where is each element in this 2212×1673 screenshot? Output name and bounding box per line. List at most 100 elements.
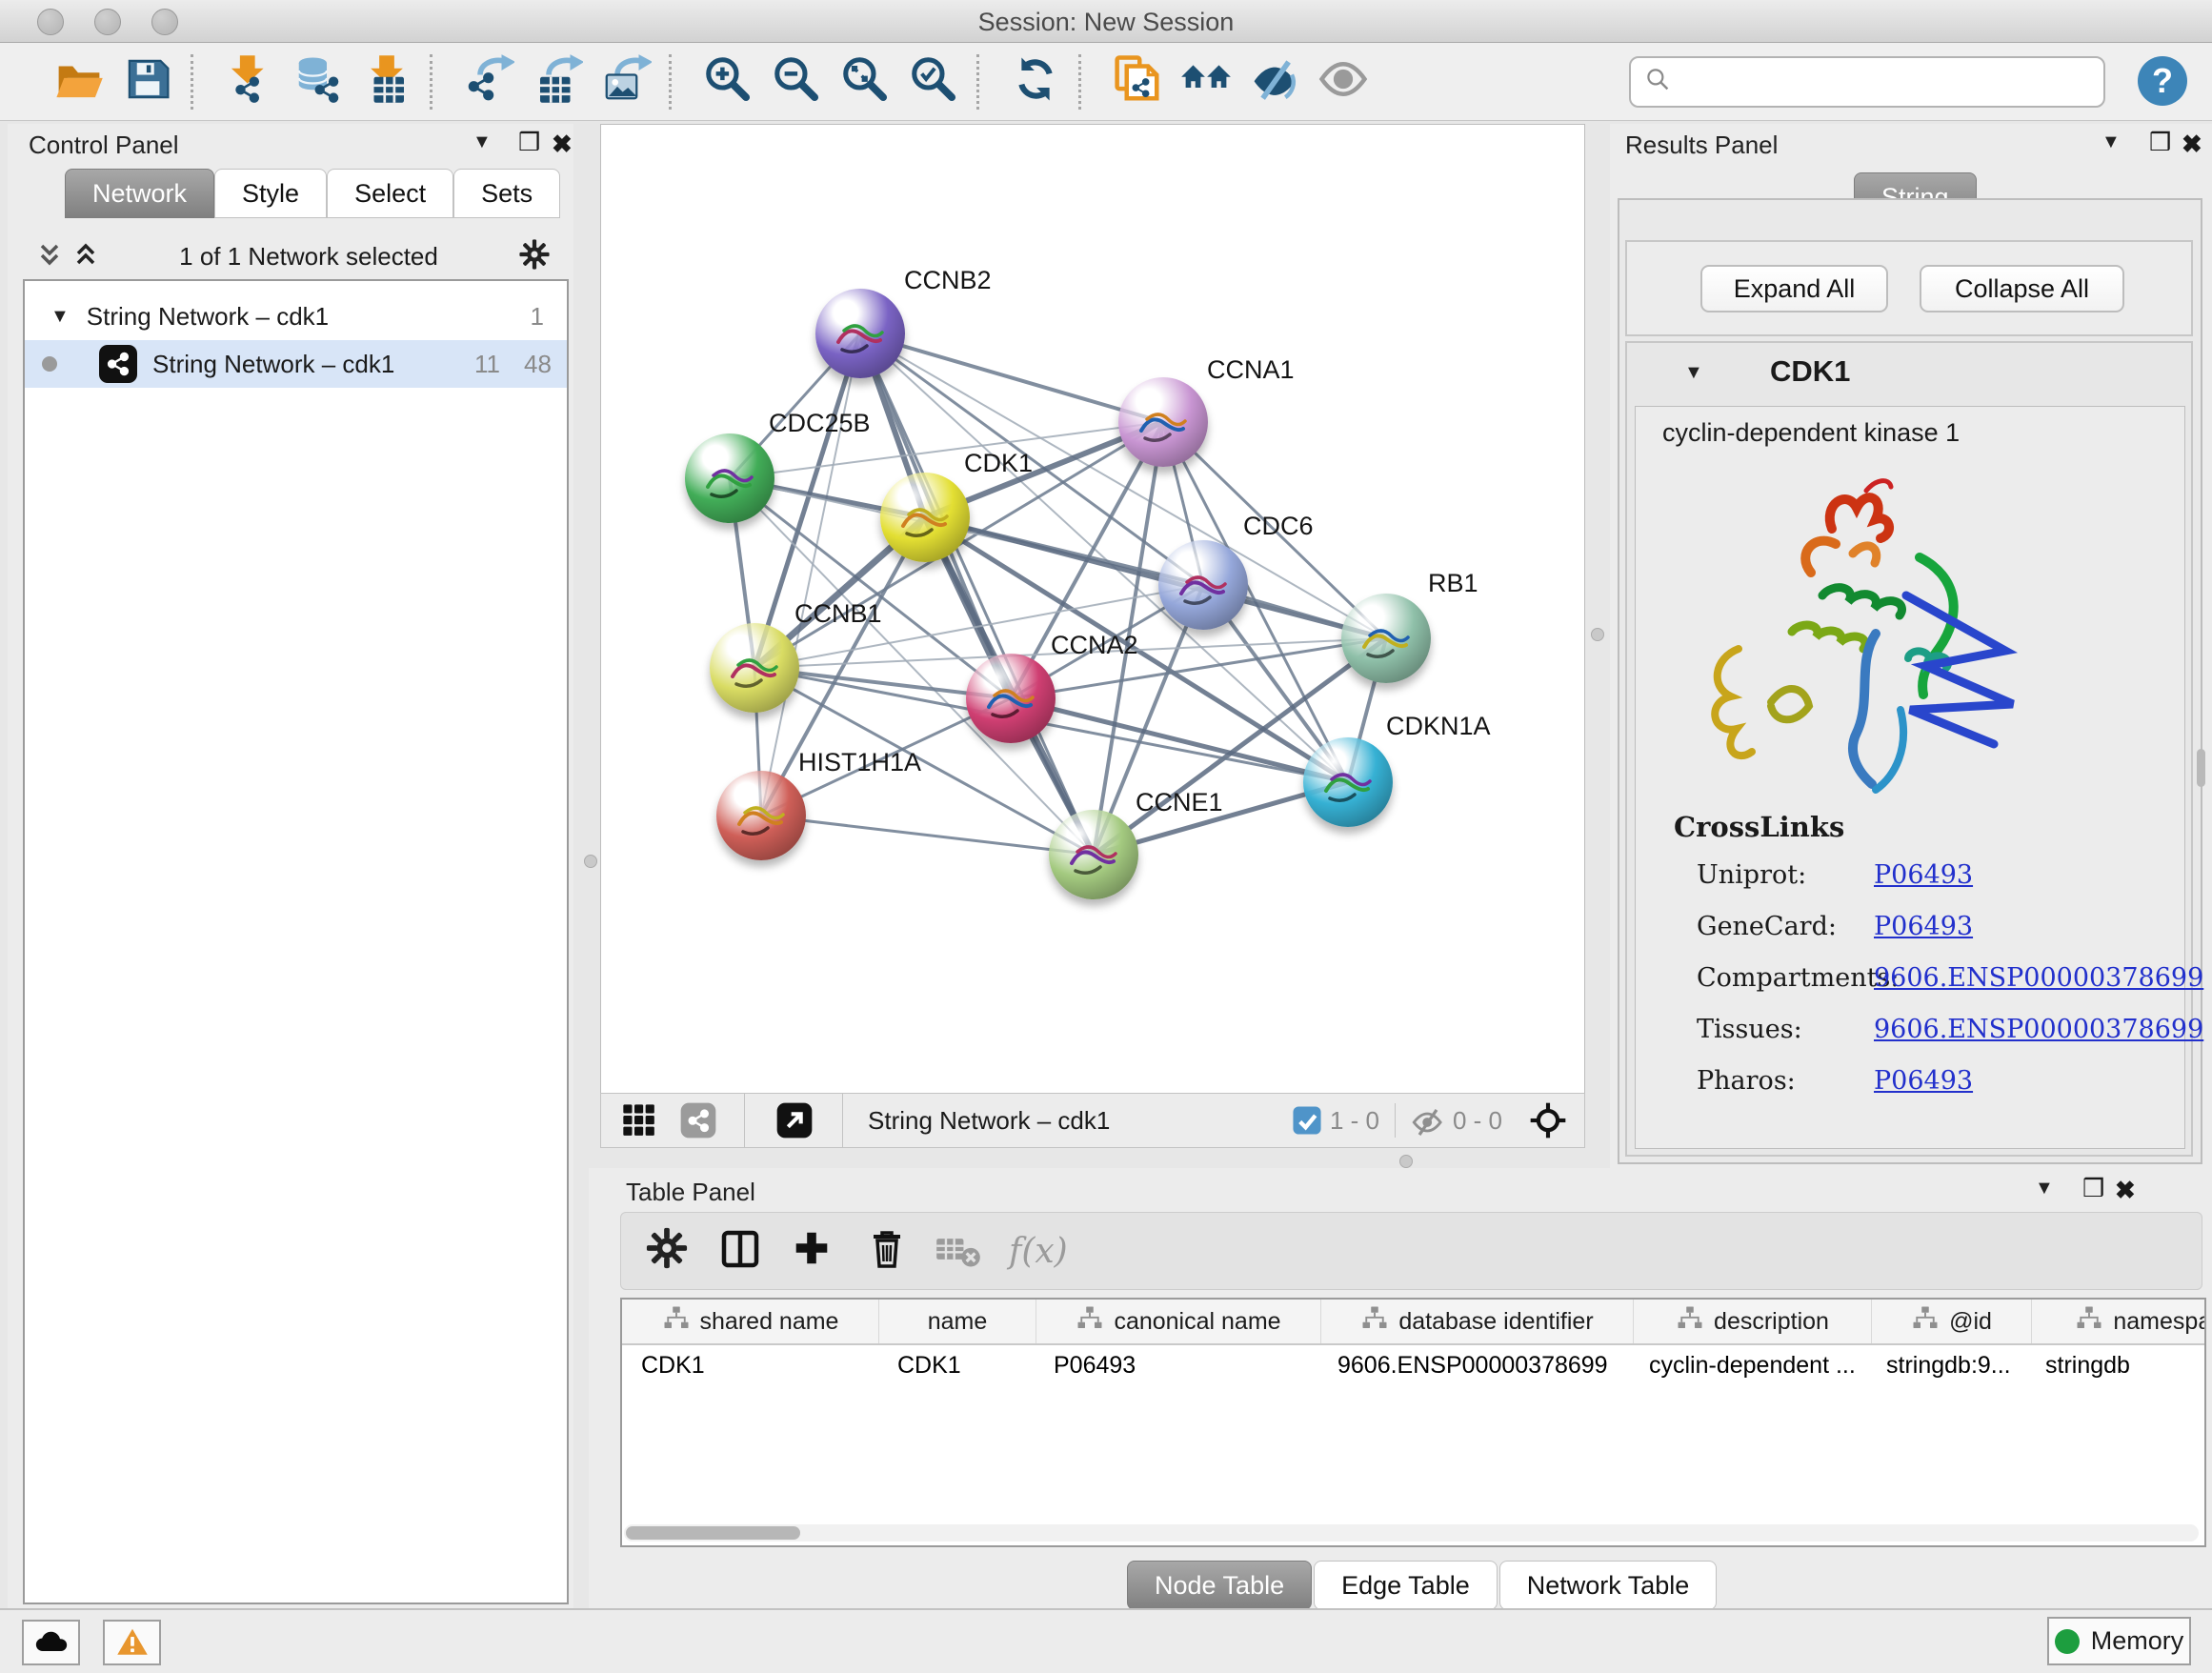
crosslink-link[interactable]: 9606.ENSP00000378699 [1874, 963, 2203, 993]
table-row[interactable]: CDK1CDK1P064939606.ENSP00000378699cyclin… [622, 1345, 2204, 1385]
column-header-name[interactable]: name [879, 1300, 1036, 1343]
zoom-out-button[interactable] [769, 54, 824, 110]
birdseye-view-icon[interactable] [620, 1101, 658, 1139]
table-cell[interactable]: CDK1 [622, 1352, 878, 1380]
column-header-namespace[interactable]: namespace [2032, 1300, 2206, 1343]
collapse-all-icon[interactable] [36, 240, 63, 273]
refresh-network-button[interactable] [1008, 54, 1063, 110]
warning-button[interactable] [103, 1620, 161, 1665]
control-panel-close-icon[interactable]: ✖ [552, 130, 573, 159]
network-collection-row[interactable]: ▼ String Network – cdk1 1 [25, 292, 567, 340]
selected-checkbox-icon[interactable] [1292, 1105, 1322, 1136]
results-panel-float-icon[interactable]: ❒ [2149, 128, 2171, 157]
tab-network-table[interactable]: Network Table [1499, 1561, 1718, 1610]
table-panel-menu-icon[interactable]: ▼ [2035, 1178, 2054, 1199]
bottom-splitter-handle[interactable] [1399, 1155, 1413, 1168]
table-cell[interactable]: stringdb:9... [1867, 1352, 2026, 1380]
table-cell[interactable]: CDK1 [878, 1352, 1035, 1380]
network-row[interactable]: String Network – cdk1 11 48 [25, 340, 567, 388]
table-panel-close-icon[interactable]: ✖ [2115, 1176, 2136, 1205]
column-header-shared-name[interactable]: shared name [622, 1300, 879, 1343]
column-header-canonical-name[interactable]: canonical name [1036, 1300, 1321, 1343]
cloud-button[interactable] [22, 1620, 80, 1665]
table-panel: Table Panel ▼ ❒ ✖ f(x) shared namenameca… [589, 1168, 2212, 1608]
zoom-in-button[interactable] [700, 54, 755, 110]
tab-style[interactable]: Style [214, 169, 327, 218]
tab-network[interactable]: Network [65, 169, 214, 218]
network-canvas[interactable]: CCNB2 CCNA1 CDC25B CDK1 CDC6 RB1 [600, 124, 1585, 1095]
help-button[interactable]: ? [2138, 56, 2187, 106]
search-input[interactable] [1680, 68, 2103, 96]
toolbar-separator [1395, 1103, 1396, 1138]
network-node-RB1[interactable] [1341, 594, 1431, 683]
column-header--id[interactable]: @id [1872, 1300, 2032, 1343]
hidden-eye-icon[interactable] [1409, 1105, 1447, 1136]
export-network-button[interactable] [461, 54, 516, 110]
zoom-fit-button[interactable] [837, 54, 893, 110]
export-table-button[interactable] [530, 54, 585, 110]
first-neighbors-button[interactable] [1178, 54, 1234, 110]
network-node-CCNB2[interactable] [815, 289, 905, 378]
network-node-CDKN1A[interactable] [1303, 737, 1393, 827]
results-panel-close-icon[interactable]: ✖ [2182, 130, 2202, 159]
hide-selected-button[interactable] [1247, 54, 1302, 110]
collection-expander-icon[interactable]: ▼ [50, 306, 70, 328]
create-column-icon[interactable] [790, 1226, 839, 1276]
network-node-CDC6[interactable] [1158, 540, 1248, 630]
table-hscrollbar-thumb[interactable] [626, 1526, 800, 1540]
import-network-from-database-button[interactable] [291, 54, 346, 110]
open-in-new-window-icon[interactable] [775, 1101, 814, 1139]
export-image-button[interactable] [598, 54, 654, 110]
expand-all-icon[interactable] [72, 240, 99, 273]
open-session-button[interactable] [51, 54, 107, 110]
table-panel-float-icon[interactable]: ❒ [2082, 1174, 2104, 1203]
table-cell[interactable]: P06493 [1035, 1352, 1318, 1380]
gene-expander-icon[interactable]: ▼ [1684, 362, 1703, 384]
crosslink-link[interactable]: P06493 [1874, 912, 1973, 941]
save-session-button[interactable] [120, 54, 175, 110]
network-node-CCNA2[interactable] [966, 654, 1056, 743]
delete-column-icon[interactable] [864, 1226, 914, 1276]
show-all-button[interactable] [1316, 54, 1371, 110]
column-header-database-identifier[interactable]: database identifier [1321, 1300, 1634, 1343]
left-splitter-handle[interactable] [584, 855, 597, 868]
eye-gray-icon [1317, 53, 1369, 110]
table-cell[interactable]: 9606.ENSP00000378699 [1318, 1352, 1630, 1380]
results-panel-menu-icon[interactable]: ▼ [2101, 131, 2121, 153]
table-options-gear-icon[interactable] [645, 1226, 694, 1276]
crosslink-link[interactable]: 9606.ENSP00000378699 [1874, 1015, 2203, 1044]
network-node-HIST1H1A[interactable] [716, 771, 806, 860]
tab-node-table[interactable]: Node Table [1127, 1561, 1312, 1610]
zoom-selected-button[interactable] [906, 54, 961, 110]
control-panel-float-icon[interactable]: ❒ [518, 128, 540, 157]
import-network-from-file-button[interactable] [222, 54, 277, 110]
show-columns-icon[interactable] [717, 1226, 767, 1276]
tab-edge-table[interactable]: Edge Table [1314, 1561, 1498, 1610]
network-node-CCNA1[interactable] [1118, 377, 1208, 467]
network-options-gear-icon[interactable] [518, 238, 551, 275]
collapse-all-button[interactable]: Collapse All [1920, 265, 2124, 312]
crosslink-link[interactable]: P06493 [1874, 1066, 1973, 1096]
network-node-CDC25B[interactable] [685, 433, 774, 523]
column-header-description[interactable]: description [1634, 1300, 1872, 1343]
tab-select[interactable]: Select [327, 169, 453, 218]
network-node-CCNB1[interactable] [710, 623, 799, 713]
right-splitter-handle[interactable] [1591, 628, 1604, 641]
expand-all-button[interactable]: Expand All [1700, 265, 1888, 312]
table-cell[interactable]: cyclin-dependent ... [1630, 1352, 1867, 1380]
tab-sets[interactable]: Sets [453, 169, 560, 218]
import-table-from-file-button[interactable] [359, 54, 414, 110]
table-hscrollbar[interactable] [624, 1524, 2199, 1542]
table-cell[interactable]: stringdb [2026, 1352, 2206, 1380]
string-share-icon[interactable] [679, 1101, 717, 1139]
node-label-CCNA2: CCNA2 [1051, 631, 1138, 660]
network-node-CDK1[interactable] [880, 473, 970, 562]
network-node-CCNE1[interactable] [1049, 810, 1138, 899]
results-scrollbar-thumb[interactable] [2197, 749, 2205, 787]
duplicate-network-button[interactable] [1110, 54, 1165, 110]
crosshair-icon[interactable] [1527, 1099, 1569, 1141]
crosslink-link[interactable]: P06493 [1874, 860, 1973, 890]
node-label-CCNB1: CCNB1 [794, 599, 882, 629]
memory-button[interactable]: Memory [2047, 1617, 2191, 1665]
control-panel-menu-icon[interactable]: ▼ [473, 131, 492, 153]
